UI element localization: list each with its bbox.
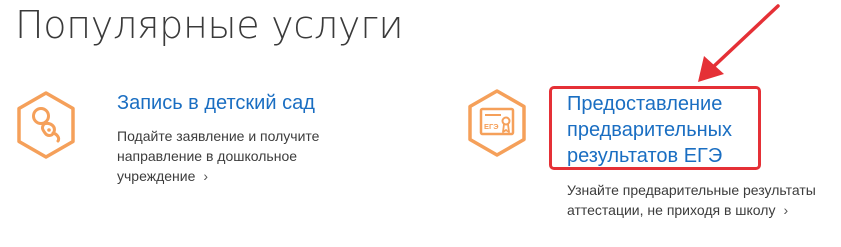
red-arrow-icon (698, 4, 780, 82)
chevron-right-icon[interactable]: › (203, 166, 208, 186)
service-description: Подайте заявление и получите направление… (117, 128, 320, 186)
service-card-kindergarten[interactable]: Запись в детский сад Подайте заявление и… (14, 88, 364, 198)
certificate-icon-label: ЕГЭ (484, 122, 499, 131)
service-title-kindergarten[interactable]: Запись в детский сад (117, 90, 315, 116)
pacifier-icon (14, 90, 78, 160)
chevron-right-icon[interactable]: › (783, 200, 788, 220)
certificate-icon: ЕГЭ (465, 88, 529, 158)
service-card-ege-results[interactable]: ЕГЭ Предоставление предварительных резул… (465, 88, 835, 243)
service-description: Узнайте предварительные результаты аттес… (567, 182, 816, 220)
service-title-ege-results[interactable]: Предоставление предварительных результат… (567, 91, 767, 169)
page-title: Популярные услуги (15, 3, 404, 47)
